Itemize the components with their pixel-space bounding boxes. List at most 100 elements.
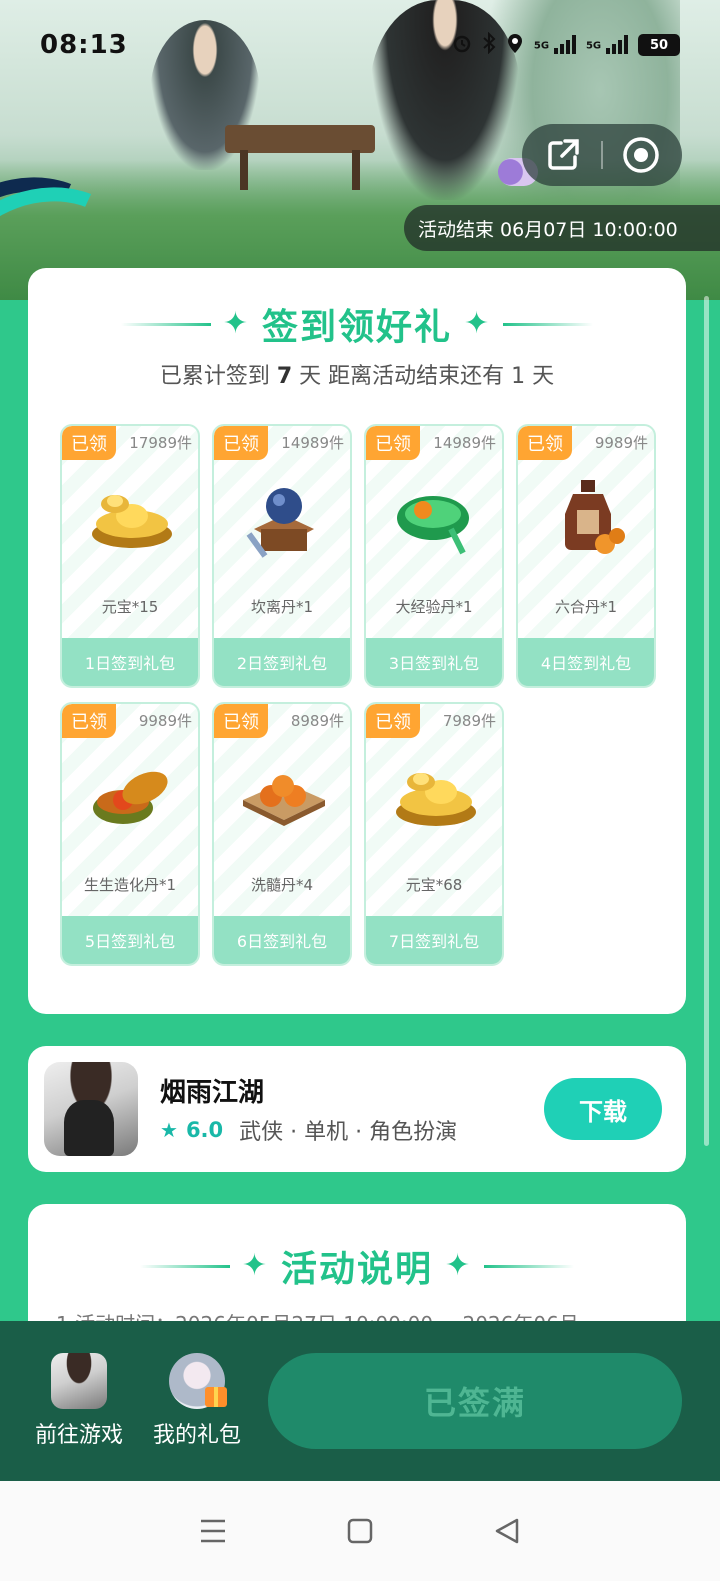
jade-pill-icon (391, 474, 481, 564)
sparkle-icon: ✦ (241, 1248, 269, 1283)
signed-full-button[interactable]: 已签满 (268, 1353, 682, 1449)
medicine-bottle-icon (543, 474, 633, 564)
back-icon (495, 1518, 518, 1544)
gift-box-icon (205, 1387, 227, 1407)
system-nav-bar (0, 1481, 720, 1581)
close-miniapp-button[interactable] (621, 135, 661, 175)
signal-5g-1: 5G (534, 32, 576, 58)
bluetooth-icon (482, 31, 496, 58)
goto-game-button[interactable]: 前往游戏 (24, 1353, 134, 1449)
game-rating: 6.0 (185, 1118, 224, 1142)
rules-title-text: 活动说明 (280, 1249, 433, 1290)
gift-day-label: 6日签到礼包 (214, 916, 350, 964)
star-icon: ★ (160, 1118, 178, 1142)
gift-stock: 9989件 (594, 434, 648, 452)
gift-day-label: 1日签到礼包 (62, 638, 198, 686)
back-button[interactable] (483, 1507, 531, 1555)
sparkle-icon: ✦ (445, 1248, 473, 1283)
status-time: 08:13 (40, 30, 128, 60)
gold-ingot-icon (391, 752, 481, 842)
capsule-divider (601, 141, 603, 169)
gift-name: 元宝*68 (405, 876, 463, 894)
scrollbar[interactable] (704, 296, 709, 1146)
location-icon (506, 32, 524, 58)
sparkle-icon: ✦ (222, 306, 250, 341)
gift-stock: 17989件 (129, 434, 192, 452)
game-thumbnail (51, 1353, 107, 1409)
gift-card-day3[interactable]: 已领 14989件 大经验丹*1 3日签到礼包 (364, 424, 504, 688)
gift-day-label: 7日签到礼包 (366, 916, 502, 964)
claimed-badge: 已领 (62, 426, 116, 460)
gold-ingot-icon (87, 474, 177, 564)
title-line-right (503, 322, 594, 326)
gift-card-day4[interactable]: 已领 9989件 六合丹*1 4日签到礼包 (516, 424, 656, 688)
gift-name: 六合丹*1 (554, 598, 618, 616)
gift-name: 洗髓丹*4 (250, 876, 314, 894)
title-line-left (120, 322, 211, 326)
gift-stock: 14989件 (433, 434, 496, 452)
gift-day-label: 4日签到礼包 (518, 638, 654, 686)
gift-day-label: 5日签到礼包 (62, 916, 198, 964)
game-name: 烟雨江湖 (160, 1078, 265, 1108)
my-gifts-avatar (169, 1353, 227, 1409)
claimed-badge: 已领 (214, 426, 268, 460)
checkin-card: ✦ 签到领好礼 ✦ 已累计签到 7 天 距离活动结束还有 1 天 已领 1798… (28, 268, 686, 1014)
gift-card-day6[interactable]: 已领 8989件 洗髓丹*4 6日签到礼包 (212, 702, 352, 966)
home-button[interactable] (336, 1507, 384, 1555)
bottom-action-bar: 前往游戏 我的礼包 已签满 (0, 1321, 720, 1481)
hero-table-leg (240, 150, 248, 190)
status-icons: 5G 5G 50 (452, 31, 680, 58)
gift-name: 元宝*15 (101, 598, 159, 616)
alarm-icon (452, 33, 472, 57)
title-line-left (139, 1264, 230, 1268)
claimed-badge: 已领 (518, 426, 572, 460)
gift-stock: 8989件 (290, 712, 344, 730)
share-button[interactable] (543, 135, 583, 175)
gift-card-day7[interactable]: 已领 7989件 元宝*68 7日签到礼包 (364, 702, 504, 966)
gift-stock: 9989件 (138, 712, 192, 730)
game-tags: 武侠 · 单机 · 角色扮演 (239, 1120, 458, 1145)
game-meta: ★ 6.0 武侠 · 单机 · 角色扮演 (160, 1114, 457, 1146)
game-app-icon[interactable] (44, 1062, 138, 1156)
share-icon (548, 139, 579, 170)
goto-game-label: 前往游戏 (34, 1423, 123, 1448)
title-line-right (484, 1264, 575, 1268)
claimed-badge: 已领 (366, 426, 420, 460)
days-signed: 7 (276, 364, 293, 389)
pill-box-icon (87, 752, 177, 842)
sparkle-icon: ✦ (464, 306, 492, 341)
gift-name: 坎离丹*1 (250, 598, 314, 616)
battery-icon: 50 (638, 34, 680, 56)
checkin-title-text: 签到领好礼 (261, 307, 452, 348)
checkin-title: ✦ 签到领好礼 ✦ (28, 298, 686, 350)
record-icon (623, 137, 659, 173)
menu-button[interactable] (189, 1507, 237, 1555)
download-button[interactable]: 下载 (544, 1078, 662, 1140)
gift-day-label: 2日签到礼包 (214, 638, 350, 686)
gift-name: 生生造化丹*1 (83, 876, 177, 894)
my-gifts-label: 我的礼包 (152, 1423, 241, 1448)
checkin-progress: 已累计签到 7 天 距离活动结束还有 1 天 (159, 364, 555, 389)
gift-name: 大经验丹*1 (395, 598, 473, 616)
claimed-badge: 已领 (366, 704, 420, 738)
claimed-badge: 已领 (62, 704, 116, 738)
gift-card-day1[interactable]: 已领 17989件 元宝*15 1日签到礼包 (60, 424, 200, 688)
gift-card-day5[interactable]: 已领 9989件 生生造化丹*1 5日签到礼包 (60, 702, 200, 966)
rules-title: ✦ 活动说明 ✦ (28, 1240, 686, 1292)
home-icon (347, 1518, 373, 1544)
game-card[interactable]: 烟雨江湖 ★ 6.0 武侠 · 单机 · 角色扮演 下载 (28, 1046, 686, 1172)
signal-5g-2: 5G (586, 32, 628, 58)
gift-card-day2[interactable]: 已领 14989件 坎离丹*1 2日签到礼包 (212, 424, 352, 688)
pill-plate-icon (239, 752, 329, 842)
mini-program-capsule (522, 124, 682, 186)
hero-table-leg (352, 150, 360, 190)
gift-stock: 7989件 (442, 712, 496, 730)
gift-day-label: 3日签到礼包 (366, 638, 502, 686)
activity-end-time: 活动结束 06月07日 10:00:00 (404, 205, 720, 251)
claimed-badge: 已领 (214, 704, 268, 738)
status-bar: 08:13 5G 5G 50 (0, 0, 720, 90)
days-left: 1 (511, 364, 526, 389)
hero-table (225, 125, 375, 153)
my-gifts-button[interactable]: 我的礼包 (142, 1353, 252, 1449)
gift-stock: 14989件 (281, 434, 344, 452)
